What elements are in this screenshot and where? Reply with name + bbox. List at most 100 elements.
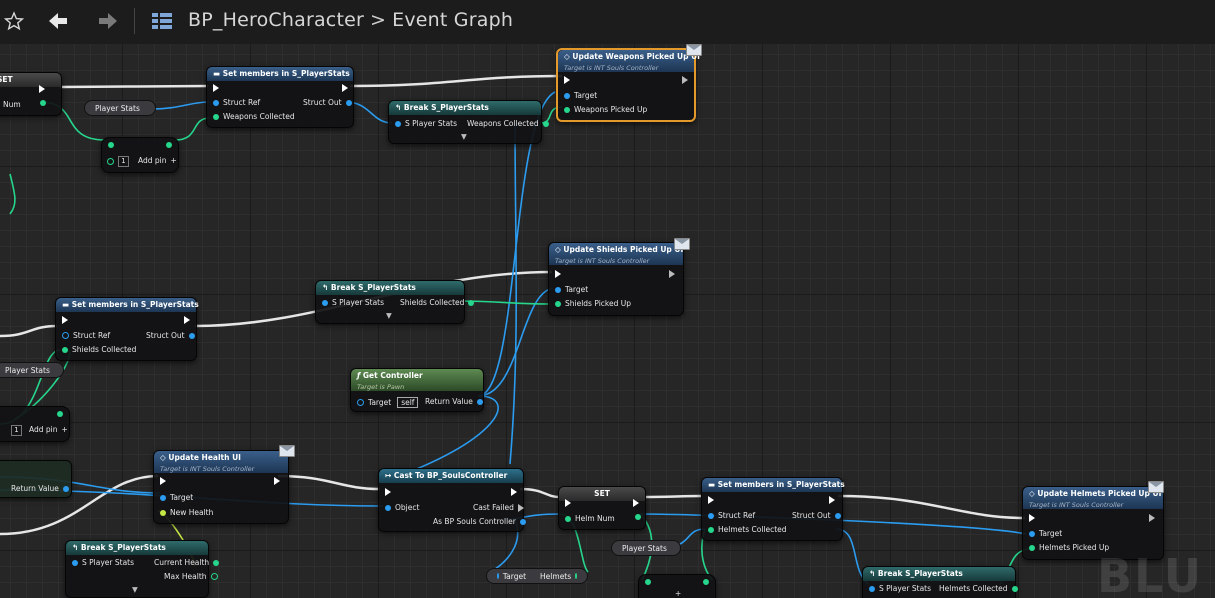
as-souls-controller-pin[interactable]: As BP Souls Controller — [433, 517, 526, 526]
target-pin[interactable]: Target self — [357, 397, 419, 408]
exec-out-pin[interactable] — [682, 76, 688, 84]
index-box: 1 — [118, 156, 129, 167]
weapons-out-pin[interactable]: Weapons Collected — [467, 119, 549, 128]
int-out-pin[interactable] — [635, 514, 641, 520]
make-array-node[interactable]: + — [638, 574, 716, 598]
struct-out-pin[interactable]: Struct Out — [303, 98, 352, 107]
target-pin[interactable]: Target — [564, 91, 597, 100]
arrow-right-icon[interactable] — [96, 9, 120, 33]
player-stats-variable[interactable]: Player Stats — [0, 362, 64, 378]
target-pin[interactable]: Target — [1029, 529, 1062, 538]
exec-out-pin[interactable] — [39, 85, 45, 93]
set-node-top[interactable]: SET Num — [0, 72, 62, 116]
cast-to-souls-controller-node[interactable]: ↦ Cast To BP_SoulsController Object Cast… — [378, 468, 526, 532]
player-stats-variable[interactable]: Player Stats — [84, 100, 156, 116]
exec-out-pin[interactable] — [1149, 514, 1155, 522]
return-value-pin[interactable]: Return Value — [425, 397, 483, 406]
weapons-picked-up-pin[interactable]: Weapons Picked Up — [564, 105, 647, 114]
break-playerstats-node-3[interactable]: ↰ Break S_PlayerStats S Player Stats Cur… — [65, 540, 220, 598]
helmets-out-pin[interactable]: Helmets Collected — [939, 584, 1018, 593]
add-pin-label: Add pin — [138, 156, 167, 165]
update-weapons-ui-node[interactable]: ◇ Update Weapons Picked Up UI Target is I… — [556, 48, 700, 122]
expand-arrow-icon[interactable]: ▼ — [386, 311, 392, 320]
update-shields-ui-node[interactable]: ◇ Update Shields Picked Up UI Target is I… — [548, 242, 684, 316]
helmets-out-pin[interactable] — [575, 573, 577, 579]
int-out-pin[interactable] — [166, 142, 172, 148]
set-helm-num-node[interactable]: SET Helm Num — [558, 486, 646, 530]
node-header: ▬ Set members in S_PlayerStats — [207, 67, 353, 81]
struct-out-pin[interactable]: Struct Out — [146, 331, 195, 340]
shields-collected-pin[interactable]: Shields Collected — [62, 345, 136, 354]
index-pin[interactable]: 1 — [107, 156, 129, 167]
self-field[interactable]: self — [397, 397, 419, 408]
exec-in-pin[interactable] — [62, 316, 68, 324]
struct-in-pin[interactable]: S Player Stats — [72, 558, 134, 567]
plus-icon[interactable]: + — [675, 589, 681, 598]
exec-in-pin[interactable] — [1029, 514, 1035, 522]
exec-in-pin[interactable] — [708, 496, 714, 504]
target-in-pin[interactable] — [497, 573, 499, 579]
int-in-pin[interactable] — [108, 142, 114, 148]
add-pin-button[interactable]: Add pin + — [29, 425, 68, 434]
exec-in-pin[interactable] — [555, 270, 561, 278]
exec-in-pin[interactable] — [564, 76, 570, 84]
target-pin[interactable]: Target — [160, 493, 193, 502]
pure-function-node[interactable]: Return Value — [0, 460, 72, 498]
return-value-pin[interactable]: Return Value — [11, 484, 69, 493]
struct-in-pin[interactable]: S Player Stats — [322, 298, 384, 307]
arrow-left-icon[interactable] — [46, 9, 70, 33]
breadcrumb-root[interactable]: BP_HeroCharacter — [188, 9, 364, 31]
make-array-node[interactable]: 1 Add pin + — [0, 406, 70, 442]
int-in-pin[interactable] — [645, 579, 651, 585]
helm-num-pin[interactable]: Helm Num — [565, 514, 615, 523]
exec-out-pin[interactable] — [342, 84, 348, 92]
exec-in-pin[interactable] — [385, 488, 391, 496]
set-members-node-2[interactable]: ▬ Set members in S_PlayerStats Struct Re… — [55, 297, 199, 361]
get-helmets-node[interactable]: Target Helmets — [486, 568, 588, 584]
target-pin[interactable]: Target — [555, 285, 588, 294]
add-pin-button[interactable]: Add pin + — [138, 156, 177, 165]
cast-failed-pin[interactable]: Cast Failed — [473, 503, 524, 512]
struct-in-pin[interactable]: S Player Stats — [869, 584, 931, 593]
shields-out-pin[interactable]: Shields Collected — [400, 298, 475, 307]
event-graph-canvas[interactable]: SET Num Player Stats 1 Add pin+ ▬ Set me… — [0, 44, 1215, 598]
update-health-ui-node[interactable]: ◇ Update Health UI Target is INT Souls Co… — [153, 450, 289, 524]
get-controller-node[interactable]: ƒ Get Controller Target is Pawn Target sel… — [350, 368, 484, 412]
exec-out-pin[interactable] — [669, 270, 675, 278]
struct-ref-pin[interactable]: Struct Ref — [62, 331, 110, 340]
set-members-node-3[interactable]: ▬ Set members in S_PlayerStats Struct Re… — [701, 477, 845, 541]
shields-picked-up-pin[interactable]: Shields Picked Up — [555, 299, 631, 308]
int-out-pin[interactable] — [703, 579, 709, 585]
set-num-pin[interactable]: Num — [3, 100, 21, 109]
exec-in-pin[interactable] — [565, 499, 571, 507]
struct-out-pin[interactable]: Struct Out — [792, 511, 841, 520]
struct-ref-pin[interactable]: Struct Ref — [708, 511, 755, 520]
weapons-collected-pin[interactable]: Weapons Collected — [213, 112, 295, 121]
star-icon[interactable] — [2, 9, 26, 33]
index-pin[interactable]: 1 — [11, 425, 22, 436]
exec-out-pin[interactable] — [511, 488, 517, 496]
object-pin[interactable]: Object — [385, 503, 419, 512]
break-playerstats-node-2[interactable]: ↰ Break S_PlayerStats S Player Stats Shi… — [315, 280, 475, 324]
new-health-pin[interactable]: New Health — [160, 508, 213, 517]
break-playerstats-node-4[interactable]: ↰ Break S_PlayerStats S Player Stats Hel… — [862, 566, 1018, 598]
exec-in-pin[interactable] — [160, 477, 166, 485]
exec-out-pin[interactable] — [829, 496, 835, 504]
expand-arrow-icon[interactable]: ▼ — [461, 132, 467, 141]
current-health-pin[interactable]: Current Health — [154, 558, 220, 567]
struct-ref-pin[interactable]: Struct Ref — [213, 98, 260, 107]
int-out-pin[interactable] — [40, 100, 46, 106]
make-array-node[interactable]: 1 Add pin + — [101, 137, 179, 173]
expand-arrow-icon[interactable]: ▼ — [132, 585, 138, 594]
set-members-node-1[interactable]: ▬ Set members in S_PlayerStats Struct Re… — [206, 66, 354, 128]
exec-out-pin[interactable] — [274, 477, 280, 485]
exec-in-pin[interactable] — [213, 84, 219, 92]
max-health-pin[interactable]: Max Health — [164, 572, 218, 581]
helmets-collected-pin[interactable]: Helmets Collected — [708, 525, 787, 534]
player-stats-variable[interactable]: Player Stats — [611, 540, 681, 556]
int-out-pin[interactable] — [57, 411, 63, 417]
struct-in-pin[interactable]: S Player Stats — [395, 119, 457, 128]
exec-out-pin[interactable] — [633, 499, 639, 507]
exec-out-pin[interactable] — [184, 316, 190, 324]
break-playerstats-node-1[interactable]: ↰ Break S_PlayerStats S Player Stats Wea… — [388, 100, 549, 144]
